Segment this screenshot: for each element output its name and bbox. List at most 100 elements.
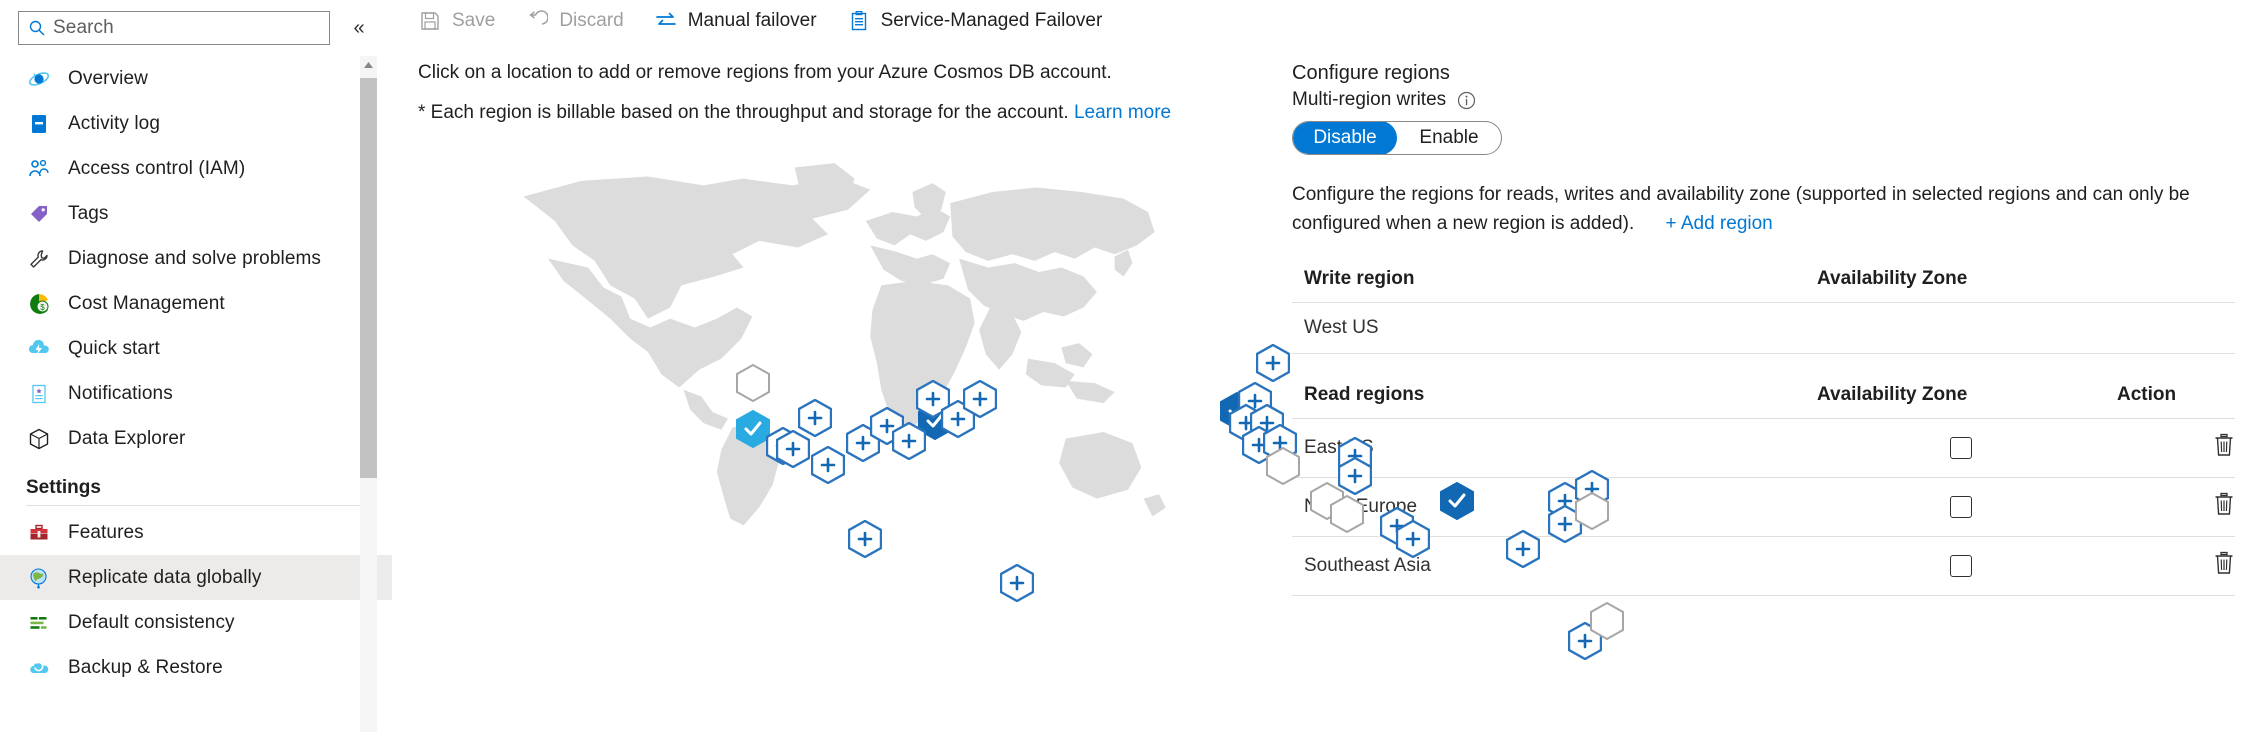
sidebar-item-label: Tags: [68, 202, 109, 224]
configure-regions-description: Configure the regions for reads, writes …: [1292, 181, 2235, 238]
sidebar-item-default-consistency[interactable]: Default consistency: [0, 600, 392, 645]
read-region-az-cell: [1805, 418, 2105, 478]
read-region-action-cell: [2105, 418, 2235, 478]
write-region-name: West US: [1292, 302, 1805, 354]
activity-log-icon: [26, 111, 52, 137]
sidebar-item-notifications[interactable]: Notifications: [0, 371, 392, 416]
scroll-up-arrow-icon[interactable]: [360, 56, 377, 73]
read-regions-table: Read regions Availability Zone Action Ea…: [1292, 376, 2235, 596]
sidebar-item-label: Notifications: [68, 382, 173, 404]
sidebar-item-label: Default consistency: [68, 611, 235, 633]
sidebar-item-overview[interactable]: Overview: [0, 56, 392, 101]
sidebar-section-settings: Settings: [26, 477, 101, 498]
notifications-icon: [26, 381, 52, 407]
sidebar-item-replicate-data-globally[interactable]: Replicate data globally: [0, 555, 392, 600]
sidebar-scrollbar[interactable]: [360, 56, 377, 732]
map-marker-available[interactable]: [892, 422, 926, 460]
data-explorer-icon: [26, 426, 52, 452]
map-marker-west-us-write[interactable]: [736, 410, 770, 448]
manual-failover-button[interactable]: Manual failover: [654, 0, 833, 42]
billing-note: * Each region is billable based on the t…: [418, 102, 1292, 124]
map-marker-unavailable: [1575, 492, 1609, 530]
toggle-option-disable[interactable]: Disable: [1293, 122, 1397, 154]
read-region-az-cell: [1805, 536, 2105, 596]
map-marker-available[interactable]: [1256, 344, 1290, 382]
map-marker-available[interactable]: [848, 520, 882, 558]
resource-menu-sidebar: Search « Overview Activity log Access co…: [0, 0, 392, 732]
map-marker-available[interactable]: [776, 430, 810, 468]
trash-icon[interactable]: [2213, 492, 2235, 516]
sidebar-item-quick-start[interactable]: Quick start: [0, 326, 392, 371]
sidebar-item-features[interactable]: Features: [0, 510, 392, 555]
add-region-link[interactable]: + Add region: [1666, 213, 1773, 234]
sidebar-item-label: Data Explorer: [68, 427, 186, 449]
world-region-map[interactable]: [418, 152, 1624, 660]
write-region-table: Write region Availability Zone West US: [1292, 260, 2235, 354]
multi-region-writes-toggle[interactable]: Disable Enable: [1292, 121, 1502, 155]
read-region-action-cell: [2105, 536, 2235, 596]
tags-icon: [26, 201, 52, 227]
toggle-option-enable[interactable]: Enable: [1397, 122, 1501, 154]
map-marker-unavailable: [1330, 495, 1364, 533]
discard-button-label: Discard: [559, 10, 624, 31]
map-pane: Click on a location to add or remove reg…: [392, 42, 1624, 732]
read-region-action-cell: [2105, 477, 2235, 537]
write-region-az-cell: [1805, 302, 2105, 354]
features-icon: [26, 520, 52, 546]
info-icon[interactable]: [1456, 90, 1476, 110]
sidebar-item-diagnose[interactable]: Diagnose and solve problems: [0, 236, 392, 281]
failover-swap-icon: [654, 9, 678, 33]
search-input[interactable]: Search: [18, 11, 330, 45]
access-control-icon: [26, 156, 52, 182]
page-body: Click on a location to add or remove reg…: [392, 42, 2255, 732]
read-availability-zone-header: Availability Zone: [1805, 376, 2105, 419]
save-icon: [418, 9, 442, 33]
map-marker-available[interactable]: [963, 380, 997, 418]
sidebar-scroll-region: Overview Activity log Access control (IA…: [0, 52, 392, 732]
sidebar-item-cost-management[interactable]: $ Cost Management: [0, 281, 392, 326]
map-marker-unavailable: [1266, 447, 1300, 485]
map-marker-available[interactable]: [1396, 520, 1430, 558]
learn-more-link[interactable]: Learn more: [1074, 102, 1171, 123]
map-marker-available[interactable]: [1506, 530, 1540, 568]
read-regions-header: Read regions: [1292, 376, 1805, 419]
availability-zone-checkbox[interactable]: [1950, 436, 1972, 459]
sidebar-item-label: Overview: [68, 67, 148, 89]
table-row: Southeast Asia: [1292, 536, 2235, 596]
sidebar-item-backup-restore[interactable]: Backup & Restore: [0, 645, 392, 690]
trash-icon[interactable]: [2213, 551, 2235, 575]
write-action-header: [2105, 260, 2235, 303]
clipboard-icon: [847, 9, 871, 33]
cost-management-icon: $: [26, 291, 52, 317]
azure-portal-replicate-data-globally: Search « Overview Activity log Access co…: [0, 0, 2255, 732]
sidebar-scrollbar-thumb[interactable]: [360, 78, 377, 478]
sidebar-item-tags[interactable]: Tags: [0, 191, 392, 236]
map-marker-southeast-asia-read[interactable]: [1440, 482, 1474, 520]
sidebar-item-label: Cost Management: [68, 292, 225, 314]
configure-regions-title: Configure regions: [1292, 62, 1450, 84]
collapse-menu-icon[interactable]: «: [346, 15, 372, 41]
sidebar-item-activity-log[interactable]: Activity log: [0, 101, 392, 146]
service-managed-failover-button[interactable]: Service-Managed Failover: [847, 0, 1119, 42]
sidebar-item-data-explorer[interactable]: Data Explorer: [0, 416, 392, 461]
availability-zone-checkbox[interactable]: [1950, 495, 1972, 518]
save-button[interactable]: Save: [418, 0, 511, 42]
trash-icon[interactable]: [2213, 433, 2235, 457]
write-region-header: Write region: [1292, 260, 1805, 303]
map-marker-available[interactable]: [1000, 564, 1034, 602]
manual-failover-button-label: Manual failover: [687, 10, 817, 31]
main-content: Save Discard Manual failover Service-Man…: [392, 0, 2255, 732]
map-instruction: Click on a location to add or remove reg…: [418, 62, 1112, 83]
world-map-svg: [523, 163, 1166, 526]
search-icon: [27, 18, 47, 38]
backup-restore-icon: [26, 655, 52, 681]
read-action-header: Action: [2105, 376, 2235, 419]
sidebar-item-label: Diagnose and solve problems: [68, 247, 322, 269]
sidebar-section-divider: [26, 505, 366, 506]
map-marker-available[interactable]: [811, 446, 845, 484]
table-row: North Europe: [1292, 477, 2235, 537]
sidebar-item-access-control[interactable]: Access control (IAM): [0, 146, 392, 191]
availability-zone-checkbox[interactable]: [1950, 554, 1972, 577]
read-regions-header-row: Read regions Availability Zone Action: [1292, 376, 2235, 419]
discard-button[interactable]: Discard: [525, 0, 639, 42]
